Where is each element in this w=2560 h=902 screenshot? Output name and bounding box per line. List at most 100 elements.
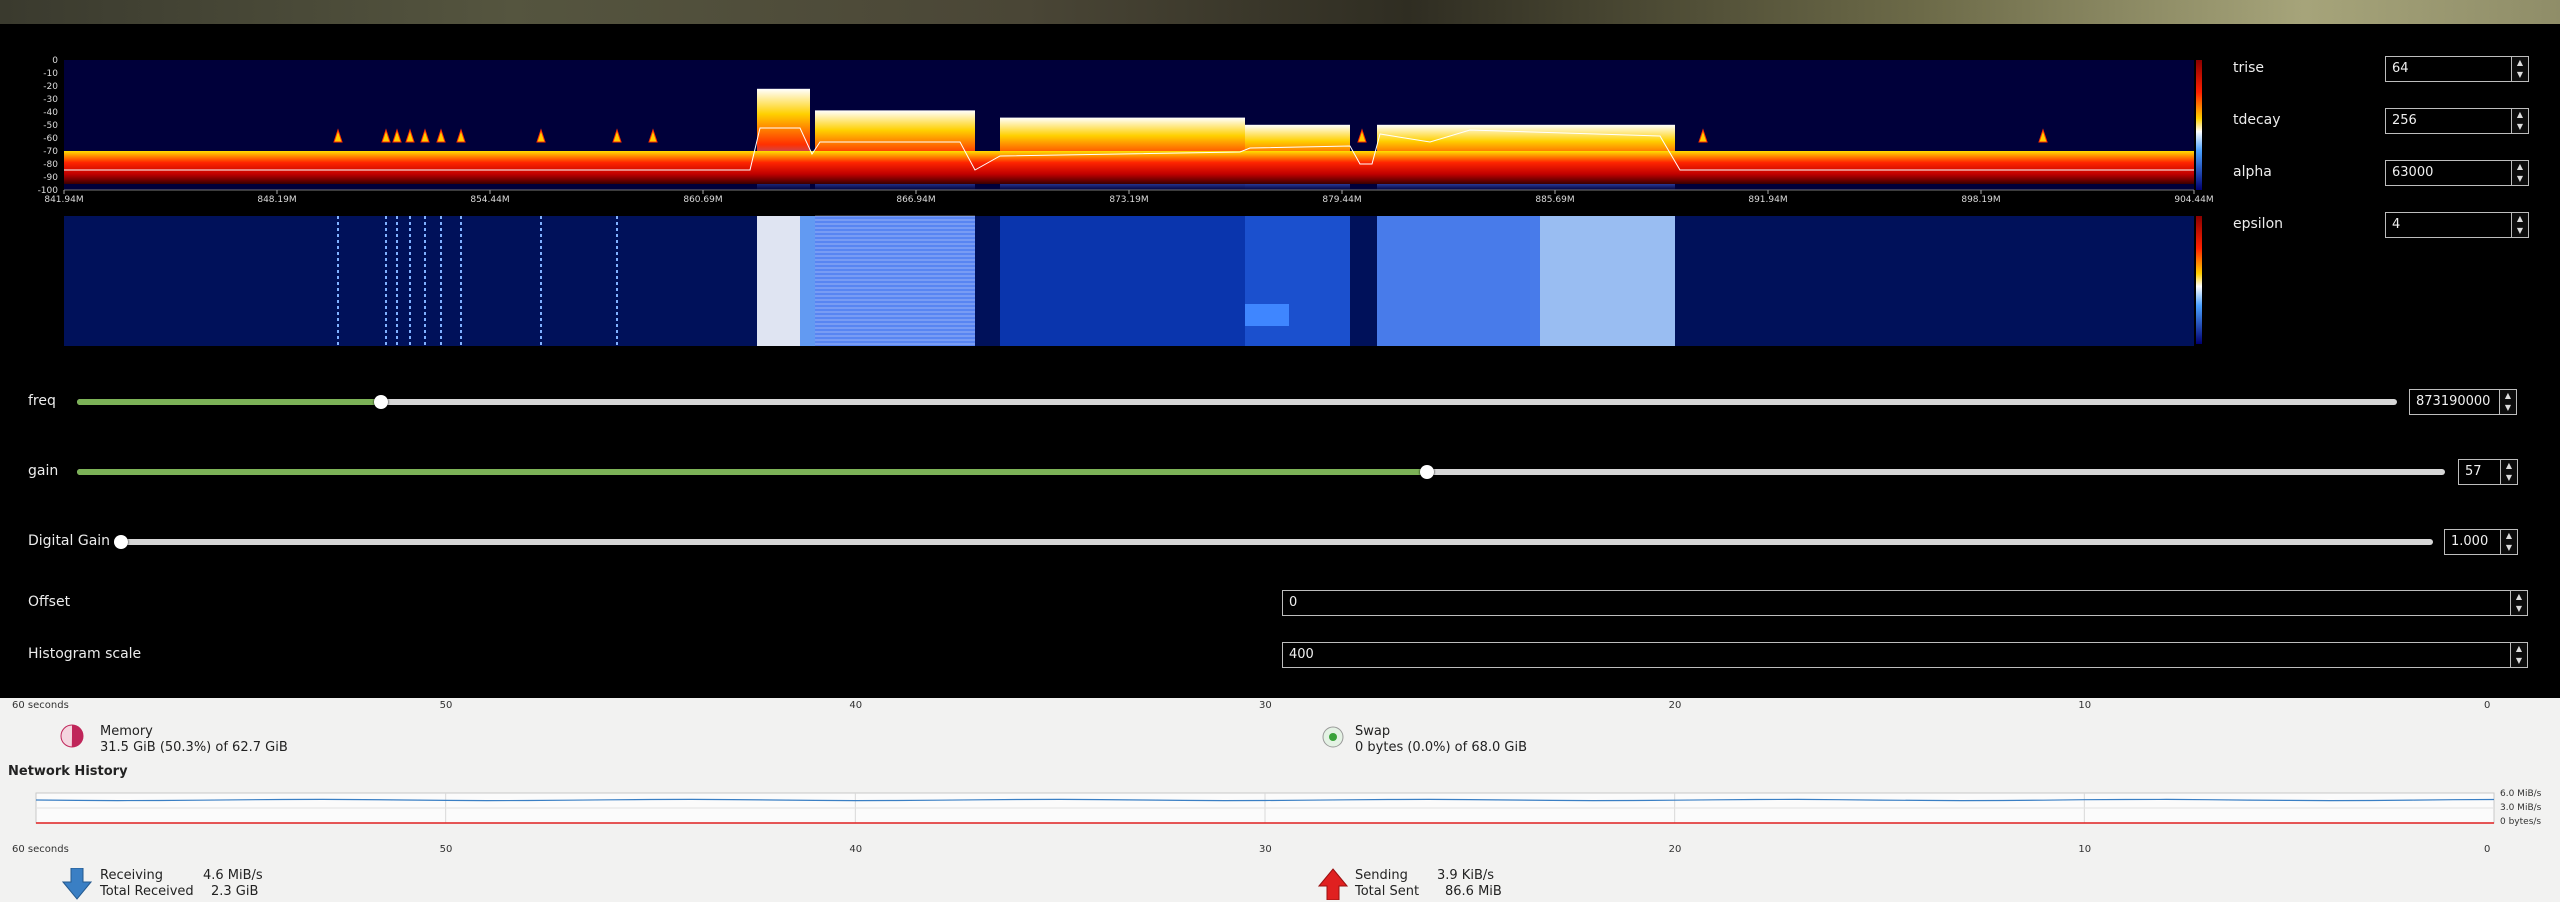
up-arrow-icon[interactable]: ▲ <box>2501 530 2517 542</box>
digital-gain-value: 1.000 <box>2451 534 2489 549</box>
system-monitor-panel: 60 seconds 50 40 30 20 10 0 Memory 31.5 GiB (5… <box>0 698 2560 902</box>
memory-title: Memory <box>100 724 153 739</box>
offset-value: 0 <box>1289 595 1298 610</box>
time-tick-label: 0 <box>2484 844 2491 855</box>
waterfall-band <box>1540 216 1675 346</box>
swap-pie-icon <box>1322 726 1344 748</box>
histogram-scale-stepper[interactable]: ▲ ▼ <box>2510 643 2527 667</box>
down-arrow-icon[interactable]: ▼ <box>2512 69 2528 81</box>
spectrum-y-tick-label: -30 <box>43 95 58 105</box>
up-arrow-icon[interactable]: ▲ <box>2512 213 2528 225</box>
time-tick-label: 10 <box>2078 844 2092 855</box>
param-value: 4 <box>2392 217 2401 232</box>
up-arrow-icon[interactable]: ▲ <box>2512 57 2528 69</box>
param-stepper[interactable]: ▲ ▼ <box>2511 57 2528 81</box>
receiving-rate: 4.6 MiB/s <box>203 868 263 883</box>
offset-stepper[interactable]: ▲ ▼ <box>2510 591 2527 615</box>
param-spinbox-3[interactable]: 4 ▲ ▼ <box>2385 212 2529 238</box>
time-tick-label: 50 <box>439 844 453 855</box>
up-arrow-icon[interactable]: ▲ <box>2500 390 2516 402</box>
param-spinbox-2[interactable]: 63000 ▲ ▼ <box>2385 160 2529 186</box>
spectrum-x-tick-label: 885.69M <box>1535 195 1574 205</box>
spectrum-y-tick-label: -50 <box>43 121 58 131</box>
down-arrow-icon[interactable]: ▼ <box>2512 173 2528 185</box>
freq-spinbox[interactable]: 873190000 ▲ ▼ <box>2409 389 2517 415</box>
time-tick-label: 0 <box>2484 700 2491 711</box>
waterfall-band <box>1000 216 1245 346</box>
param-value: 64 <box>2392 61 2409 76</box>
total-sent-label: Total Sent <box>1355 884 1420 899</box>
freq-slider-fill <box>77 399 381 405</box>
up-arrow-icon[interactable]: ▲ <box>2511 643 2527 655</box>
time-tick-label: 30 <box>1259 844 1272 855</box>
gain-slider-handle[interactable] <box>1419 465 1434 479</box>
gain-label: gain <box>28 463 59 479</box>
digital-gain-spinbox[interactable]: 1.000 ▲ ▼ <box>2444 529 2518 555</box>
up-arrow-icon[interactable]: ▲ <box>2501 460 2517 472</box>
waterfall-colorbar <box>2196 216 2202 344</box>
param-label-2: alpha <box>2233 164 2272 180</box>
param-label-3: epsilon <box>2233 216 2284 232</box>
down-arrow-icon[interactable]: ▼ <box>2512 225 2528 237</box>
down-arrow-icon[interactable]: ▼ <box>2501 542 2517 554</box>
param-spinbox-0[interactable]: 64 ▲ ▼ <box>2385 56 2529 82</box>
freq-slider-handle[interactable] <box>373 395 388 409</box>
network-history-title: Network History <box>8 764 128 779</box>
digital-gain-slider-handle[interactable] <box>114 535 128 549</box>
offset-label: Offset <box>28 594 71 610</box>
waterfall-band <box>757 216 800 346</box>
spectrum-x-tick-label: 879.44M <box>1322 195 1361 205</box>
gain-spinbox[interactable]: 57 ▲ ▼ <box>2458 459 2518 485</box>
freq-slider[interactable] <box>77 395 2397 409</box>
down-arrow-icon[interactable]: ▼ <box>2511 655 2527 667</box>
spectrum-y-tick-label: -80 <box>43 160 58 170</box>
up-arrow-icon[interactable]: ▲ <box>2512 109 2528 121</box>
up-arrow-icon[interactable]: ▲ <box>2511 591 2527 603</box>
spectrum-y-tick-label: -40 <box>43 108 58 118</box>
spectrum-colorbar <box>2196 60 2202 190</box>
gain-value: 57 <box>2465 464 2482 479</box>
time-tick-label: 40 <box>849 844 863 855</box>
param-stepper[interactable]: ▲ ▼ <box>2511 109 2528 133</box>
param-spinbox-1[interactable]: 256 ▲ ▼ <box>2385 108 2529 134</box>
spectrum-plot[interactable]: 0-10-20-30-40-50-60-70-80-90-100841.94M 8… <box>0 24 2240 354</box>
up-arrow-icon[interactable]: ▲ <box>2512 161 2528 173</box>
time-tick-label: 20 <box>1668 700 1682 711</box>
down-arrow-icon[interactable]: ▼ <box>2500 402 2516 414</box>
waterfall-group <box>64 215 2194 346</box>
time-tick-label: 30 <box>1259 700 1272 711</box>
digital-gain-label: Digital Gain <box>28 533 111 549</box>
desktop-wallpaper-strip <box>0 0 2560 24</box>
down-arrow-icon[interactable]: ▼ <box>2511 603 2527 615</box>
network-y-tick-label: 0 bytes/s <box>2500 817 2541 827</box>
spectrum-x-tick-label: 891.94M <box>1748 195 1787 205</box>
spectrum-y-tick-label: -60 <box>43 134 58 144</box>
spectrum-x-tick-label: 848.19M <box>257 195 296 205</box>
spectrum-y-tick-label: -70 <box>43 147 58 157</box>
param-stepper[interactable]: ▲ ▼ <box>2511 213 2528 237</box>
time-tick-label: 50 <box>439 700 453 711</box>
param-stepper[interactable]: ▲ ▼ <box>2511 161 2528 185</box>
download-arrow-icon <box>62 868 92 900</box>
spectrum-x-tick-label: 866.94M <box>896 195 935 205</box>
time-tick-label: 20 <box>1668 844 1682 855</box>
down-arrow-icon[interactable]: ▼ <box>2501 472 2517 484</box>
param-label-1: tdecay <box>2233 112 2281 128</box>
param-label-0: trise <box>2233 60 2265 76</box>
sending-label: Sending <box>1355 868 1408 883</box>
total-sent-value: 86.6 MiB <box>1445 884 1502 899</box>
histogram-scale-spinbox[interactable]: 400 ▲ ▼ <box>1282 642 2528 668</box>
digital-gain-stepper[interactable]: ▲ ▼ <box>2500 530 2517 554</box>
digital-gain-slider[interactable] <box>114 535 2433 549</box>
spectrum-x-tick-label: 860.69M <box>683 195 722 205</box>
network-y-tick-label: 3.0 MiB/s <box>2500 803 2542 813</box>
gain-slider-fill <box>77 469 1427 475</box>
spectrum-x-tick-label: 904.44M <box>2174 195 2213 205</box>
waterfall-band <box>800 216 815 346</box>
spectrum-x-tick-label: 841.94M <box>44 195 83 205</box>
down-arrow-icon[interactable]: ▼ <box>2512 121 2528 133</box>
freq-stepper[interactable]: ▲ ▼ <box>2499 390 2516 414</box>
gain-stepper[interactable]: ▲ ▼ <box>2500 460 2517 484</box>
offset-spinbox[interactable]: 0 ▲ ▼ <box>1282 590 2528 616</box>
gain-slider[interactable] <box>77 465 2445 479</box>
